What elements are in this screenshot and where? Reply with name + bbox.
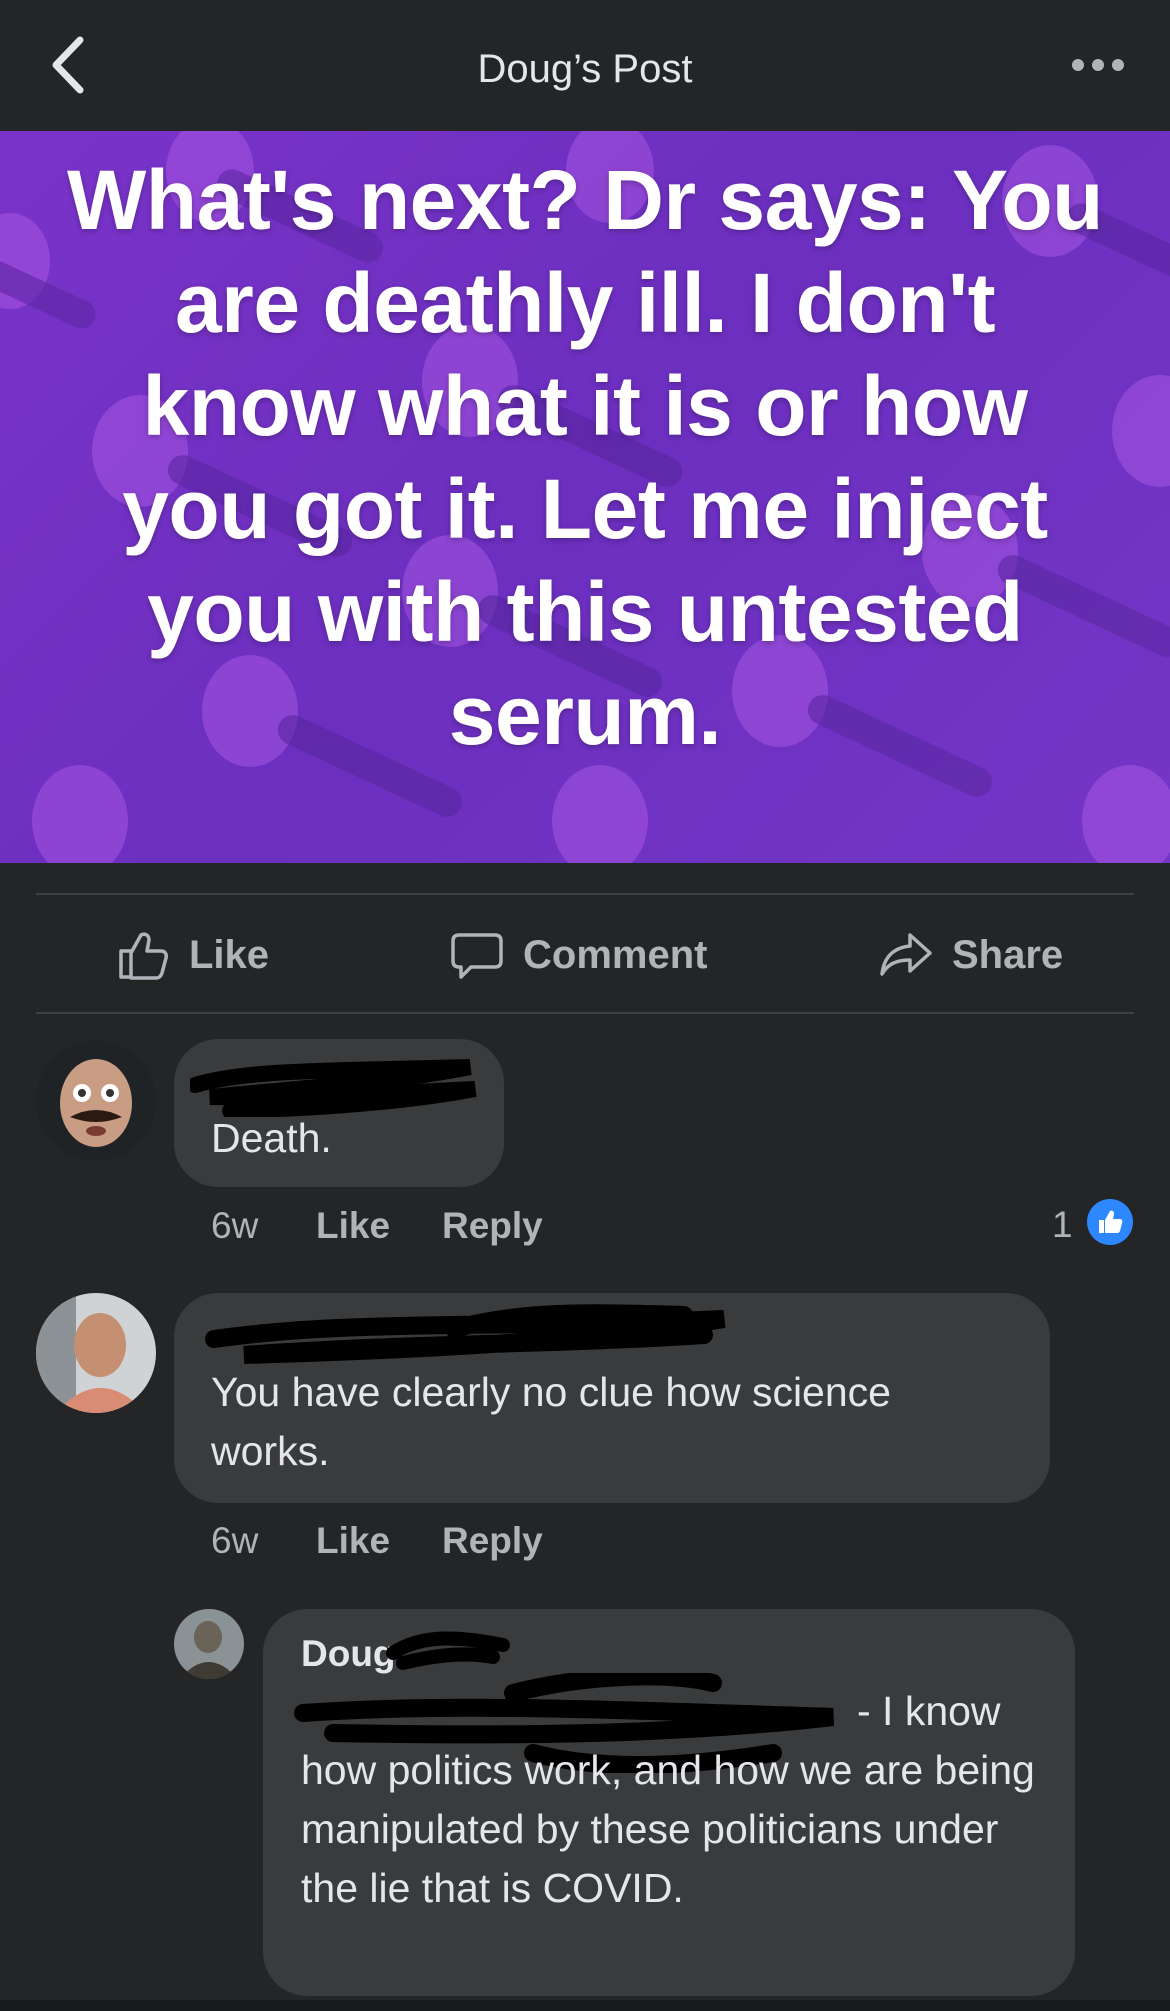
share-button[interactable]: Share (878, 920, 1063, 990)
reaction-count[interactable]: 1 (1052, 1204, 1073, 1246)
comment-reply-button[interactable]: Reply (442, 1201, 543, 1251)
comment-label: Comment (523, 932, 708, 977)
redaction-scribble (205, 1304, 726, 1364)
comment-like-button[interactable]: Like (316, 1201, 390, 1251)
avatar[interactable] (36, 1041, 156, 1161)
reply-author[interactable]: Doug (301, 1633, 396, 1675)
like-button[interactable]: Like (115, 920, 269, 990)
comment-time: 6w (211, 1520, 259, 1561)
bottom-edge (0, 2000, 1170, 2011)
redaction-scribble (190, 1059, 477, 1117)
avatar-image (36, 1293, 156, 1413)
app-window: Doug’s Post What's next? Dr says: You ar… (0, 0, 1170, 2011)
reply-text: - I know how politics work, and how we a… (301, 1688, 1035, 1911)
comment-bubble: You have clearly no clue how science wor… (174, 1293, 1050, 1503)
like-reaction-icon[interactable] (1086, 1198, 1134, 1246)
share-label: Share (952, 932, 1064, 977)
share-arrow-icon (880, 933, 932, 976)
post-image-text: What's next? Dr says: You are deathly il… (67, 153, 1103, 762)
divider-bottom (36, 1012, 1134, 1014)
comment-time: 6w (211, 1205, 259, 1246)
comment-reply-button[interactable]: Reply (442, 1516, 543, 1566)
thumbs-up-icon (119, 932, 168, 980)
comment-text: Death. (211, 1115, 332, 1161)
avatar[interactable] (36, 1293, 156, 1413)
avatar[interactable] (174, 1609, 244, 1679)
redaction-scribble (386, 1631, 510, 1670)
like-label: Like (189, 932, 270, 977)
reply-bubble: Doug - I know how politics work, and how… (263, 1609, 1075, 1996)
comment-bubble: Death. (174, 1039, 504, 1187)
page-title: Doug’s Post (477, 47, 693, 91)
header-bar: Doug’s Post (0, 0, 1170, 131)
comment-text: You have clearly no clue how science wor… (211, 1369, 891, 1474)
divider-top (36, 893, 1134, 895)
comment-like-button[interactable]: Like (316, 1516, 390, 1566)
avatar-image (174, 1609, 244, 1679)
avatar-image (36, 1041, 156, 1161)
speech-bubble-icon (451, 933, 503, 979)
more-options-button[interactable] (1070, 50, 1126, 80)
comment-button[interactable]: Comment (449, 920, 707, 990)
more-icon (1072, 59, 1124, 71)
post-image[interactable]: What's next? Dr says: You are deathly il… (0, 131, 1170, 863)
